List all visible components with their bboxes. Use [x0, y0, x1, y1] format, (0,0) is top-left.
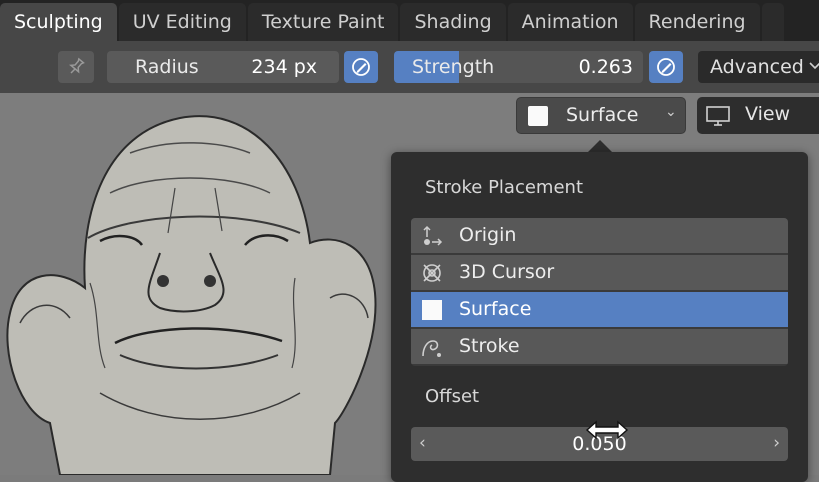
- pen-pressure-icon: [657, 58, 675, 76]
- chevron-down-icon: ⌄: [665, 104, 677, 120]
- tab-more[interactable]: [761, 3, 784, 41]
- view-menu-button[interactable]: View: [697, 97, 819, 134]
- surface-icon: [528, 106, 548, 126]
- workspace-tab-bar: Sculpting UV Editing Texture Paint Shadi…: [0, 0, 819, 41]
- resize-horizontal-cursor-icon: [585, 420, 629, 440]
- monitor-icon: [706, 106, 730, 126]
- chevron-down-icon: [809, 62, 819, 70]
- radius-value: 234 px: [251, 56, 317, 78]
- radius-field[interactable]: Radius 234 px: [107, 51, 339, 83]
- offset-label: Offset: [425, 386, 480, 407]
- tab-sculpting[interactable]: Sculpting: [0, 3, 117, 41]
- increment-arrow-icon[interactable]: ›: [773, 433, 780, 453]
- tab-shading[interactable]: Shading: [400, 3, 506, 41]
- radius-pressure-button[interactable]: [344, 51, 378, 83]
- advanced-dropdown[interactable]: Advanced: [698, 51, 819, 83]
- stroke-placement-options: Origin 3D Cursor Surface Stroke: [411, 218, 788, 366]
- stroke-method-dropdown[interactable]: Surface ⌄: [516, 97, 686, 134]
- option-label: Stroke: [459, 335, 520, 357]
- tab-texture-paint[interactable]: Texture Paint: [247, 3, 399, 41]
- advanced-label: Advanced: [710, 56, 804, 78]
- option-surface[interactable]: Surface: [411, 292, 788, 327]
- view-label: View: [745, 103, 791, 125]
- sculpt-model: [6, 115, 377, 475]
- popover-title: Stroke Placement: [425, 177, 584, 198]
- strength-value: 0.263: [578, 56, 633, 78]
- option-3d-cursor[interactable]: 3D Cursor: [411, 255, 788, 290]
- option-label: Surface: [459, 298, 532, 320]
- pen-pressure-icon: [352, 58, 370, 76]
- option-origin[interactable]: Origin: [411, 218, 788, 253]
- option-label: Origin: [459, 224, 517, 246]
- strength-slider[interactable]: Strength 0.263: [394, 51, 643, 83]
- option-label: 3D Cursor: [459, 261, 555, 283]
- tab-rendering[interactable]: Rendering: [634, 3, 760, 41]
- stroke-method-label: Surface: [566, 104, 639, 126]
- surface-icon: [422, 300, 442, 320]
- tab-animation[interactable]: Animation: [507, 3, 633, 41]
- option-stroke[interactable]: Stroke: [411, 329, 788, 364]
- pin-icon: [69, 57, 85, 74]
- origin-icon: [423, 225, 443, 246]
- radius-label: Radius: [135, 56, 199, 78]
- pin-button[interactable]: [58, 51, 94, 83]
- popover-arrow: [588, 140, 612, 152]
- tab-uv-editing[interactable]: UV Editing: [118, 3, 246, 41]
- strength-label: Strength: [412, 56, 495, 78]
- tool-settings-header: Radius 234 px Strength 0.263 Advanced: [0, 41, 819, 93]
- strength-pressure-button[interactable]: [649, 51, 683, 83]
- 3d-cursor-icon: [423, 264, 441, 282]
- stroke-icon: [422, 340, 441, 357]
